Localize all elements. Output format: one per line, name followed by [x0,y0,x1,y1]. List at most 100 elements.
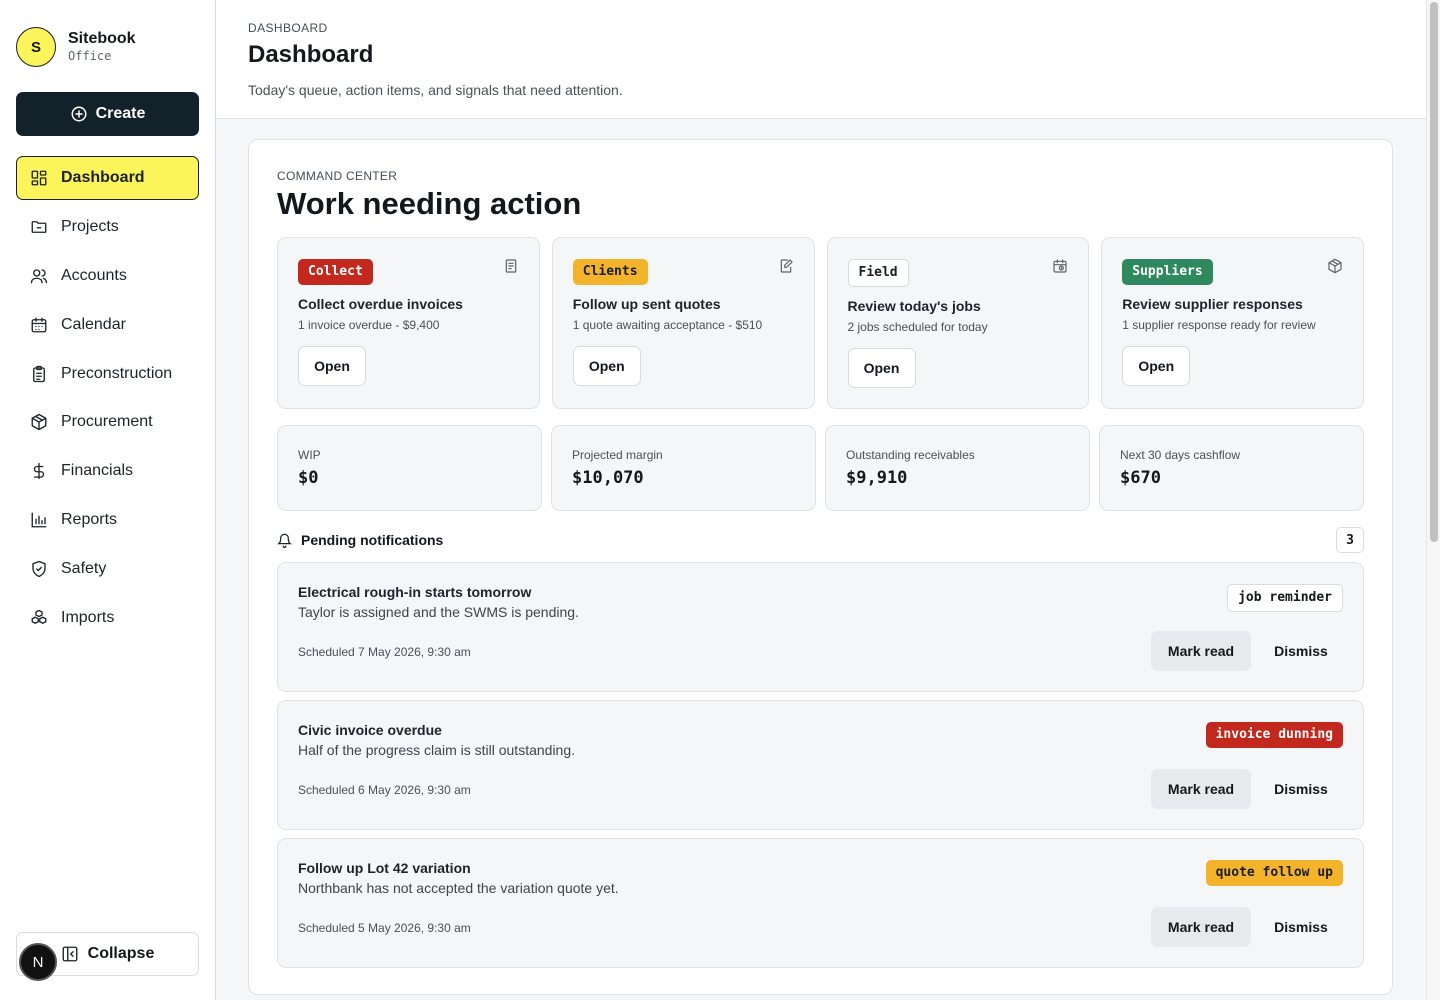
sidebar-item-imports[interactable]: Imports [16,596,199,640]
brand-avatar: S [16,27,56,67]
action-title: Review supplier responses [1122,296,1303,312]
category-tag: Suppliers [1122,259,1213,285]
sidebar-item-reports[interactable]: Reports [16,498,199,542]
sidebar-item-safety[interactable]: Safety [16,547,199,591]
sidebar-item-label: Calendar [61,315,126,333]
folder-icon [31,220,47,233]
sidebar: S Sitebook Office Create Dashboard Proje… [0,0,216,1000]
open-button[interactable]: Open [1122,346,1191,386]
notifications-header: Pending notifications 3 [277,527,1364,553]
page-title: Dashboard [248,41,374,68]
boxes-icon [31,609,47,624]
category-tag: Clients [572,259,648,285]
content-area: COMMAND CENTER Work needing action Colle… [216,119,1426,1000]
page-subtitle: Today's queue, action items, and signals… [248,82,623,98]
action-card-collect: Collect Collect overdue invoices 1 invoi… [277,237,540,409]
metric-label: Outstanding receivables [846,448,975,462]
sidebar-item-label: Accounts [61,266,127,284]
action-card-field: Field Review today's jobs 2 jobs schedul… [826,237,1090,409]
action-card-suppliers: Suppliers Review supplier responses 1 su… [1101,237,1364,409]
notification-body: Half of the progress claim is still outs… [298,742,576,758]
package-icon [31,414,47,431]
command-center-panel: COMMAND CENTER Work needing action Colle… [248,139,1393,995]
sidebar-item-label: Imports [61,609,115,627]
sidebar-item-preconstruction[interactable]: Preconstruction [16,352,199,396]
brand-subtitle: Office [68,49,112,63]
sidebar-item-financials[interactable]: Financials [16,449,199,493]
calendar-icon [31,317,47,333]
open-button[interactable]: Open [298,346,366,386]
notification-title: Electrical rough-in starts tomorrow [298,584,532,600]
sidebar-item-procurement[interactable]: Procurement [16,400,199,444]
package-icon [1328,258,1342,274]
notification-type-tag: job reminder [1227,584,1343,612]
metric-card-outstanding-receivables: Outstanding receivables $9,910 [825,425,1090,511]
sidebar-item-dashboard[interactable]: Dashboard [16,156,199,200]
action-description: 1 supplier response ready for review [1122,318,1316,332]
action-description: 1 invoice overdue - $9,400 [298,318,440,332]
action-title: Review today's jobs [847,298,981,314]
collapse-label: Collapse [87,945,155,962]
notification-title: Follow up Lot 42 variation [298,860,471,876]
sidebar-item-label: Dashboard [61,169,145,186]
sidebar-item-label: Financials [61,462,134,480]
breadcrumb: DASHBOARD [248,21,328,35]
action-description: 2 jobs scheduled for today [847,320,988,334]
dashboard-icon [31,170,47,186]
sidebar-item-projects[interactable]: Projects [16,205,199,249]
notification-type-tag: quote follow up [1205,860,1343,886]
notification-type-tag: invoice dunning [1205,722,1343,748]
sidebar-item-label: Safety [61,560,107,578]
metric-label: Projected margin [572,448,663,462]
metric-value: $0 [298,468,319,488]
category-tag: Collect [298,259,373,285]
action-grid: Collect Collect overdue invoices 1 invoi… [277,237,1364,409]
mark-read-button[interactable]: Mark read [1151,769,1251,809]
scrollbar-thumb[interactable] [1430,2,1438,542]
shield-icon [32,560,46,578]
metric-card-cashflow: Next 30 days cashflow $670 [1099,425,1364,511]
metric-value: $670 [1120,468,1161,488]
panel-eyebrow: COMMAND CENTER [277,169,398,183]
open-button[interactable]: Open [572,346,641,386]
category-tag: Field [847,259,909,287]
mark-read-button[interactable]: Mark read [1151,907,1251,947]
metric-card-wip: WIP $0 [277,425,542,511]
notification-item: Follow up Lot 42 variation Northbank has… [277,838,1364,968]
panel-collapse-icon [62,946,78,962]
file-text-icon [505,259,517,273]
sidebar-item-accounts[interactable]: Accounts [16,254,199,298]
dismiss-button[interactable]: Dismiss [1259,769,1343,809]
metric-grid: WIP $0 Projected margin $10,070 Outstand… [277,425,1364,511]
notification-body: Taylor is assigned and the SWMS is pendi… [298,604,579,620]
notification-item: Electrical rough-in starts tomorrow Tayl… [277,562,1364,692]
open-button[interactable]: Open [847,348,916,388]
clipboard-icon [33,365,45,382]
plus-circle-icon [71,106,87,122]
calendar-clock-icon [1053,259,1067,273]
notifications-title: Pending notifications [301,532,444,548]
dismiss-button[interactable]: Dismiss [1259,631,1343,671]
dismiss-button[interactable]: Dismiss [1259,907,1343,947]
create-button[interactable]: Create [16,92,199,136]
sidebar-item-label: Reports [61,511,118,529]
action-title: Follow up sent quotes [572,296,721,312]
sidebar-item-label: Projects [61,217,119,235]
metric-label: Next 30 days cashflow [1120,448,1241,462]
action-description: 1 quote awaiting acceptance - $510 [572,318,763,332]
metric-value: $10,070 [572,468,644,488]
brand[interactable]: S Sitebook Office [16,27,136,67]
bell-icon [277,533,292,548]
sidebar-item-calendar[interactable]: Calendar [16,303,199,347]
metric-card-projected-margin: Projected margin $10,070 [551,425,816,511]
mark-read-button[interactable]: Mark read [1151,631,1251,671]
bar-chart-icon [31,512,47,528]
dev-tools-badge[interactable]: N [19,943,57,981]
file-edit-icon [780,259,793,273]
sidebar-item-label: Preconstruction [61,364,173,382]
action-title: Collect overdue invoices [298,296,463,312]
panel-title: Work needing action [277,186,582,221]
notification-title: Civic invoice overdue [298,722,442,738]
main-nav: Dashboard Projects Accounts Calendar Pre… [16,156,199,645]
page-scrollbar[interactable] [1426,0,1440,1000]
